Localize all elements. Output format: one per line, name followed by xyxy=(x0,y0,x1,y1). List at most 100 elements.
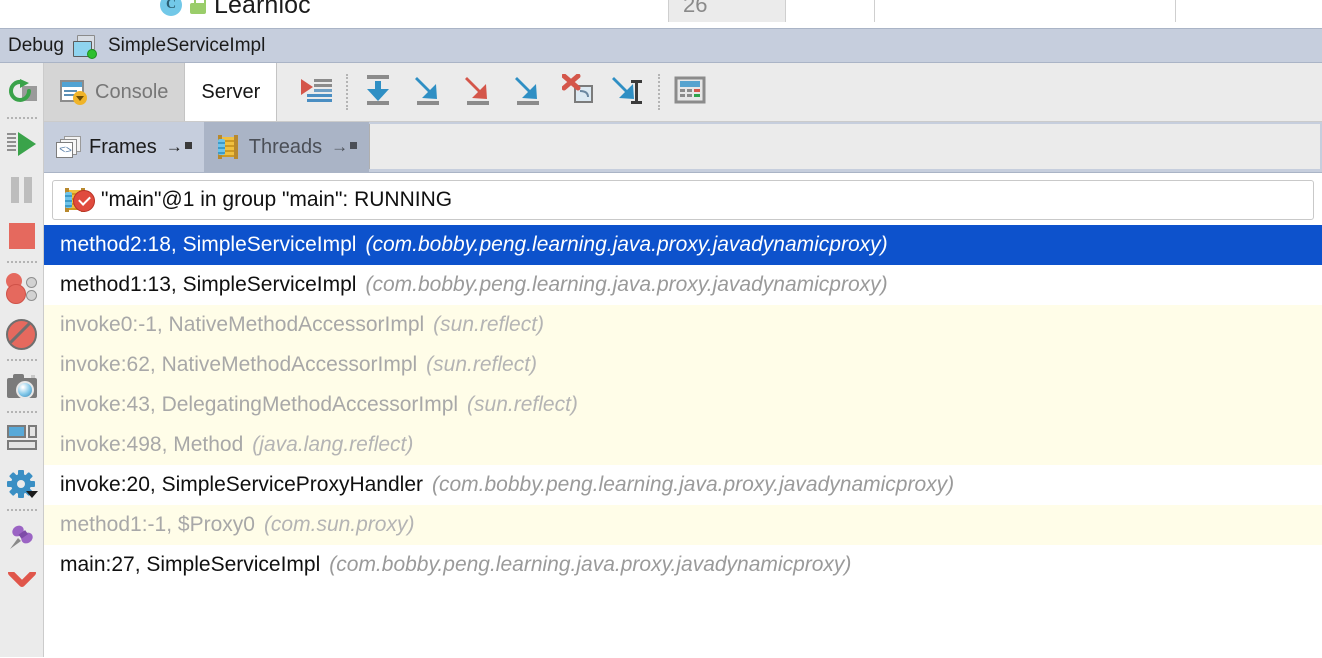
console-icon xyxy=(60,80,87,105)
toolbar-separator xyxy=(6,411,37,413)
debug-session-icon xyxy=(73,34,99,59)
run-to-cursor-button[interactable] xyxy=(603,70,653,114)
pause-icon xyxy=(11,177,32,203)
stack-frame-method: main:27, SimpleServiceImpl xyxy=(60,553,321,576)
stack-frame-row[interactable]: invoke:498, Method (java.lang.reflect) xyxy=(44,425,1322,465)
stack-frame-package: (com.bobby.peng.learning.java.proxy.java… xyxy=(432,473,955,496)
show-execution-point-button[interactable] xyxy=(291,70,341,114)
frames-arrow-icon: → xyxy=(166,137,192,157)
snapshot-button[interactable] xyxy=(0,363,44,409)
debug-header: Debug SimpleServiceImpl xyxy=(0,28,1322,63)
column-divider xyxy=(1175,0,1176,22)
tab-console-label: Console xyxy=(95,80,169,103)
thread-status-icon xyxy=(63,187,95,213)
stack-frame-package: (com.bobby.peng.learning.java.proxy.java… xyxy=(365,233,888,256)
debug-side-toolbar xyxy=(0,63,44,657)
rerun-button[interactable] xyxy=(0,69,44,115)
mute-breakpoints-icon xyxy=(6,318,37,350)
resume-icon xyxy=(6,131,37,157)
frames-strip-filler xyxy=(369,124,1320,169)
pin-icon xyxy=(7,521,37,551)
stack-frame-row[interactable]: invoke0:-1, NativeMethodAccessorImpl (su… xyxy=(44,305,1322,345)
chevron-down-icon xyxy=(7,570,37,592)
tab-console[interactable]: Console xyxy=(44,63,186,121)
collapse-button[interactable] xyxy=(0,559,44,605)
stack-frame-row[interactable]: invoke:20, SimpleServiceProxyHandler (co… xyxy=(44,465,1322,505)
breakpoints-icon xyxy=(5,273,38,304)
toolbar-separator xyxy=(6,509,37,511)
editor-strip: C Learnloc 26 xyxy=(0,0,1322,28)
drop-frame-icon xyxy=(561,73,594,111)
stack-frame-package: (sun.reflect) xyxy=(426,353,538,376)
mute-breakpoints-button[interactable] xyxy=(0,311,44,357)
column-divider xyxy=(874,0,875,22)
toolbar-separator xyxy=(346,74,349,110)
stack-frame-package: (com.bobby.peng.learning.java.proxy.java… xyxy=(329,553,852,576)
tab-frames-label: Frames xyxy=(89,135,157,158)
stack-frame-method: method1:13, SimpleServiceImpl xyxy=(60,273,357,296)
restore-layout-button[interactable] xyxy=(0,415,44,461)
stack-frame-method: method2:18, SimpleServiceImpl xyxy=(60,233,357,256)
step-out-button[interactable] xyxy=(503,70,553,114)
force-step-into-button[interactable] xyxy=(453,70,503,114)
thread-status-row[interactable]: "main"@1 in group "main": RUNNING xyxy=(52,180,1314,220)
pause-program-button[interactable] xyxy=(0,167,44,213)
threads-arrow-icon: → xyxy=(331,137,358,157)
view-breakpoints-button[interactable] xyxy=(0,265,44,311)
stack-frame-row[interactable]: method1:13, SimpleServiceImpl (com.bobby… xyxy=(44,265,1322,305)
debug-tool-window: C Learnloc 26 Debug SimpleServiceImpl Co… xyxy=(0,0,1322,658)
step-into-button[interactable] xyxy=(403,70,453,114)
resume-program-button[interactable] xyxy=(0,121,44,167)
stack-frame-row[interactable]: invoke:62, NativeMethodAccessorImpl (sun… xyxy=(44,345,1322,385)
gear-icon xyxy=(6,470,38,498)
stack-frame-method: invoke:62, NativeMethodAccessorImpl xyxy=(60,353,418,376)
stack-frame-method: method1:-1, $Proxy0 xyxy=(60,513,255,536)
evaluate-expression-button[interactable] xyxy=(665,70,715,114)
stack-frame-row[interactable]: main:27, SimpleServiceImpl (com.bobby.pe… xyxy=(44,545,1322,585)
stack-frames-list[interactable]: method2:18, SimpleServiceImpl (com.bobby… xyxy=(44,220,1322,657)
stack-frame-package: (sun.reflect) xyxy=(433,313,545,336)
debug-body: Console Server <> Frames → Threads → "ma… xyxy=(0,63,1322,657)
tab-threads-label: Threads xyxy=(248,135,323,158)
tab-server[interactable]: Server xyxy=(185,63,278,121)
drop-frame-button[interactable] xyxy=(553,70,603,114)
editor-class-name: Learnloc xyxy=(214,0,311,19)
stop-button[interactable] xyxy=(0,213,44,259)
tab-threads[interactable]: Threads → xyxy=(203,122,370,172)
step-over-icon xyxy=(362,74,394,111)
debug-header-label: Debug xyxy=(8,34,64,56)
pin-tab-button[interactable] xyxy=(0,513,44,559)
stack-frame-row[interactable]: invoke:43, DelegatingMethodAccessorImpl … xyxy=(44,385,1322,425)
tab-server-label: Server xyxy=(201,80,261,103)
step-into-icon xyxy=(412,74,444,111)
thread-spool-icon xyxy=(216,135,240,159)
stack-frame-method: invoke:43, DelegatingMethodAccessorImpl xyxy=(60,393,459,416)
stack-frame-method: invoke:20, SimpleServiceProxyHandler xyxy=(60,473,423,496)
lock-icon xyxy=(190,0,206,14)
stack-frame-package: (com.bobby.peng.learning.java.proxy.java… xyxy=(365,273,888,296)
stack-frame-package: (sun.reflect) xyxy=(467,393,578,416)
run-to-cursor-icon xyxy=(611,74,645,111)
layout-icon xyxy=(6,425,37,451)
stack-frame-method: invoke:498, Method xyxy=(60,433,244,456)
editor-line-number: 26 xyxy=(668,0,786,22)
step-over-button[interactable] xyxy=(353,70,403,114)
rerun-icon xyxy=(7,78,37,106)
toolbar-separator xyxy=(658,74,661,110)
evaluate-expression-icon xyxy=(674,76,706,109)
step-out-icon xyxy=(512,74,544,111)
settings-button[interactable] xyxy=(0,461,44,507)
stack-frame-package: (com.sun.proxy) xyxy=(263,513,415,536)
debug-content: Console Server <> Frames → Threads → "ma… xyxy=(44,63,1322,657)
editor-class-entry[interactable]: C Learnloc xyxy=(160,0,311,22)
stack-frame-row[interactable]: method2:18, SimpleServiceImpl (com.bobby… xyxy=(44,225,1322,265)
stack-frame-package: (java.lang.reflect) xyxy=(252,433,414,456)
frames-icon: <> xyxy=(56,136,81,158)
tab-frames[interactable]: <> Frames → xyxy=(44,122,204,172)
camera-icon xyxy=(6,374,37,399)
debug-tabbar: Console Server xyxy=(44,63,1322,122)
force-step-into-icon xyxy=(462,74,494,111)
debug-step-toolbar xyxy=(277,63,715,121)
stack-frame-row[interactable]: method1:-1, $Proxy0 (com.sun.proxy) xyxy=(44,505,1322,545)
stack-frame-method: invoke0:-1, NativeMethodAccessorImpl xyxy=(60,313,425,336)
